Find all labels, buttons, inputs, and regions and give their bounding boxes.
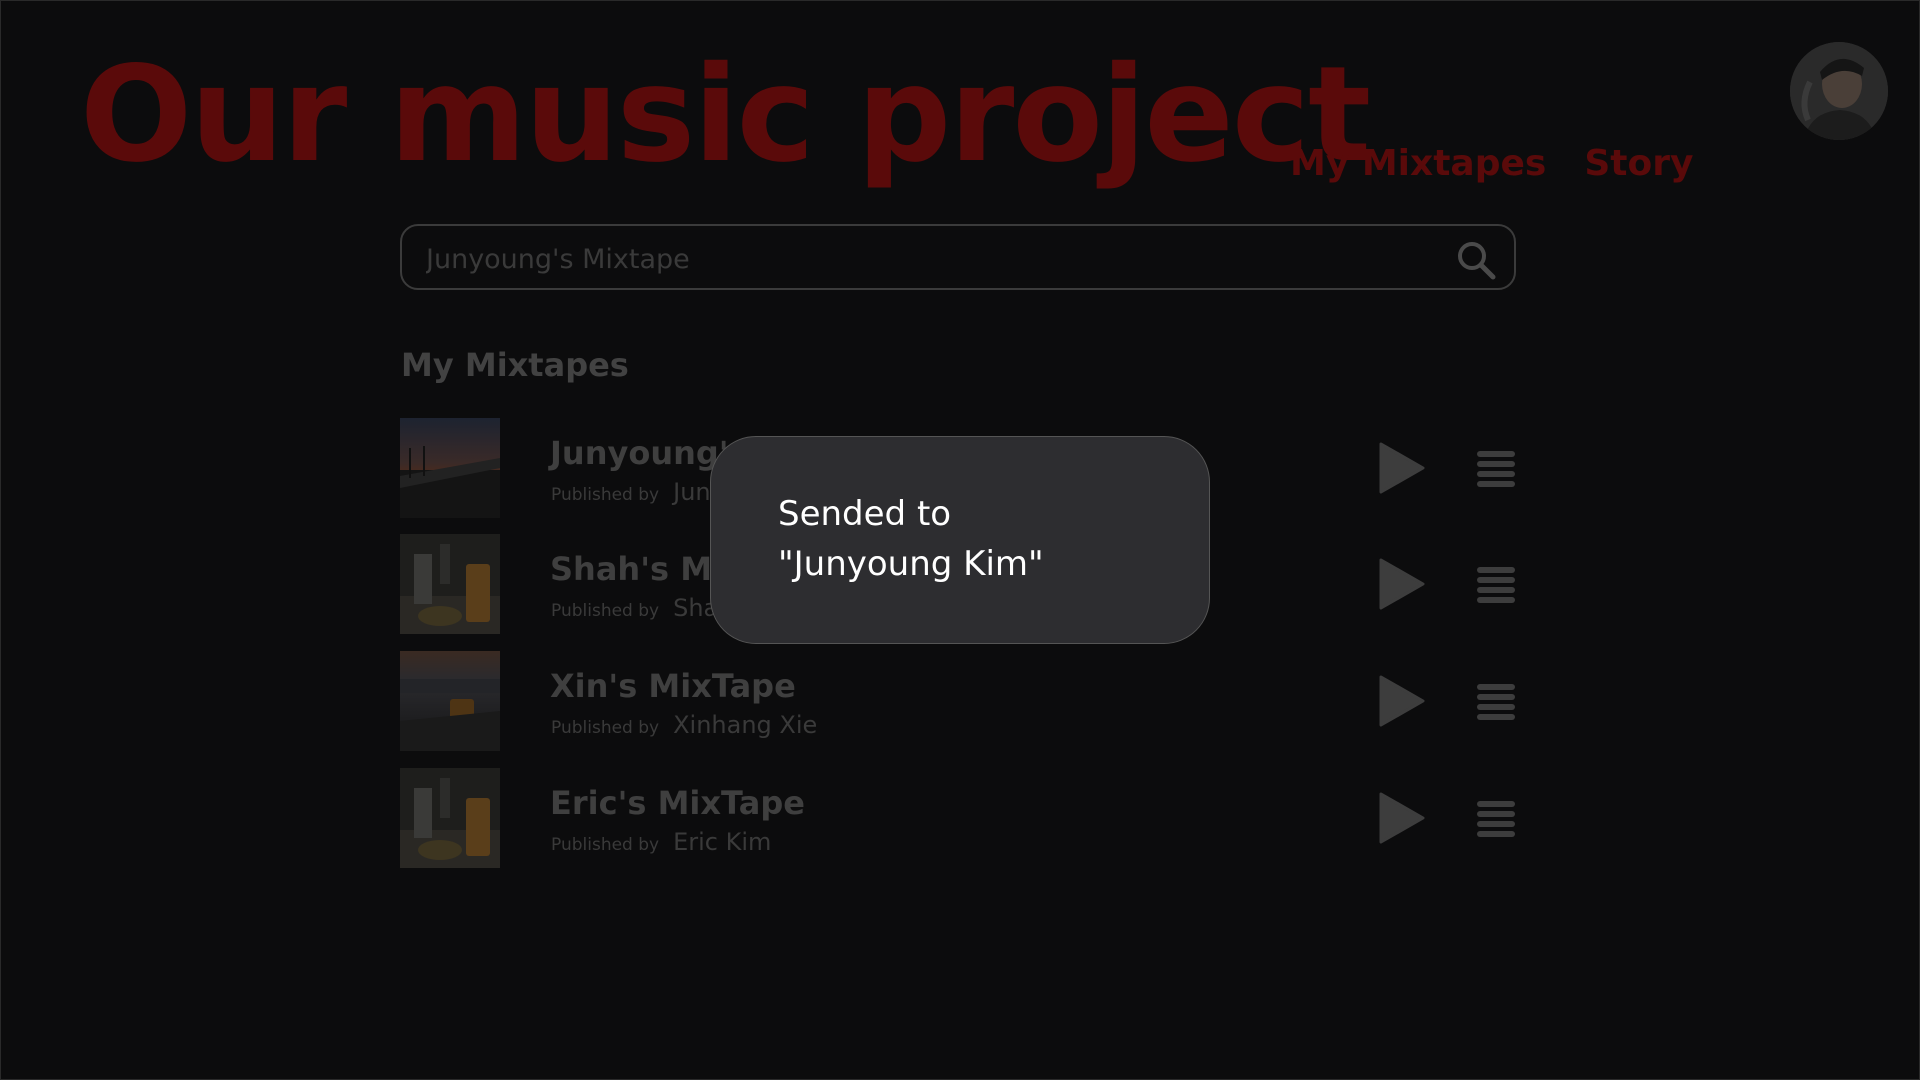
menu-icon[interactable] xyxy=(1475,565,1517,605)
mixtape-author: Xinhang Xie xyxy=(673,711,818,739)
section-title: My Mixtapes xyxy=(401,346,629,384)
sent-toast: Sended to "Junyoung Kim" xyxy=(710,436,1210,644)
mixtape-thumbnail xyxy=(400,768,500,868)
play-icon[interactable] xyxy=(1378,792,1426,844)
play-icon[interactable] xyxy=(1378,558,1426,610)
page-title: Our music project xyxy=(80,38,1371,192)
menu-icon[interactable] xyxy=(1475,799,1517,839)
play-icon[interactable] xyxy=(1378,442,1426,494)
top-nav: My Mixtapes Story xyxy=(1290,143,1693,184)
mixtape-title[interactable]: Eric's MixTape xyxy=(550,784,805,822)
avatar-image xyxy=(1790,42,1888,140)
mixtape-author: Eric Kim xyxy=(673,828,772,856)
menu-icon[interactable] xyxy=(1475,682,1517,722)
published-by-label: Published by xyxy=(551,601,660,621)
mixtape-meta: Published by Xinhang Xie xyxy=(551,711,817,739)
mixtape-thumbnail xyxy=(400,534,500,634)
menu-icon[interactable] xyxy=(1475,449,1517,489)
toast-message: Sended to "Junyoung Kim" xyxy=(778,489,1178,589)
search-bar xyxy=(400,224,1516,290)
mixtape-meta: Published by Shah xyxy=(551,594,733,622)
mixtape-thumbnail xyxy=(400,418,500,518)
mixtape-thumbnail xyxy=(400,651,500,751)
play-icon[interactable] xyxy=(1378,675,1426,727)
user-avatar[interactable] xyxy=(1790,42,1888,140)
mixtape-meta: Published by Eric Kim xyxy=(551,828,771,856)
toast-line-1: Sended to xyxy=(778,494,952,534)
search-icon[interactable] xyxy=(1454,238,1498,282)
published-by-label: Published by xyxy=(551,485,660,505)
published-by-label: Published by xyxy=(551,718,660,738)
published-by-label: Published by xyxy=(551,835,660,855)
mixtape-row[interactable]: Xin's MixTape Published by Xinhang Xie xyxy=(400,651,1520,751)
toast-line-2: "Junyoung Kim" xyxy=(778,544,1044,584)
nav-link-my-mixtapes[interactable]: My Mixtapes xyxy=(1290,143,1546,184)
nav-link-story[interactable]: Story xyxy=(1584,143,1693,184)
mixtape-row[interactable]: Eric's MixTape Published by Eric Kim xyxy=(400,768,1520,868)
search-input[interactable] xyxy=(424,236,1428,282)
mixtape-title[interactable]: Xin's MixTape xyxy=(550,667,796,705)
